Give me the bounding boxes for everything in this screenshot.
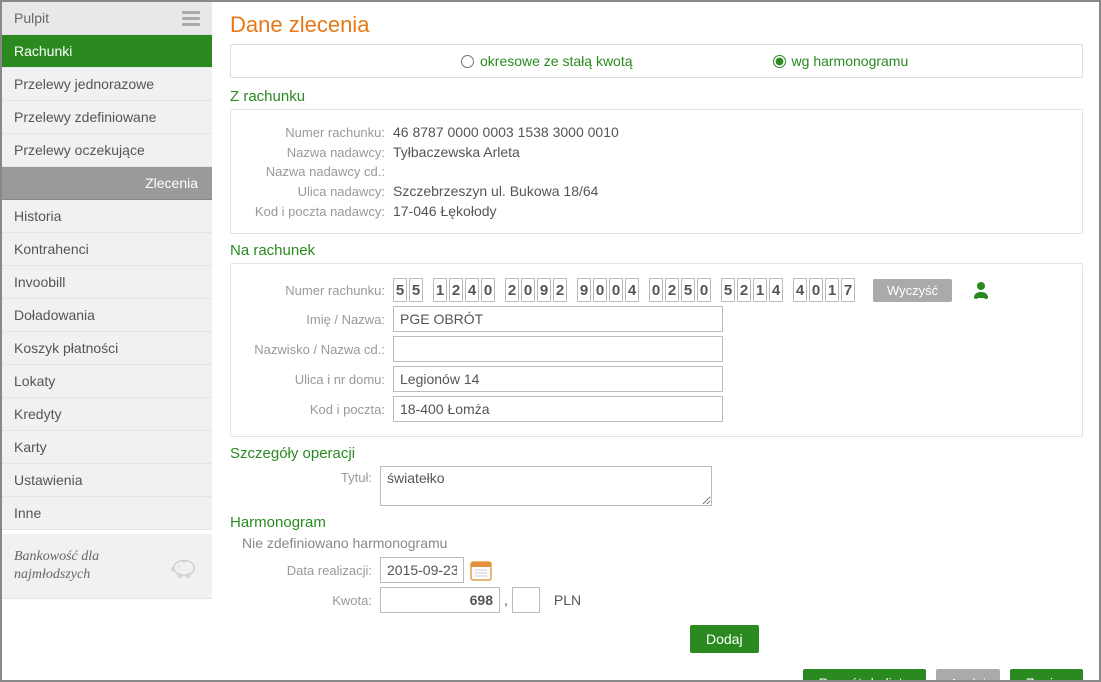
sidebar: Pulpit Rachunki Przelewy jednorazowe Prz… — [2, 2, 212, 680]
section-operation-title: Szczegóły operacji — [230, 445, 1083, 462]
main-content: Dane zlecenia okresowe ze stałą kwotą wg… — [212, 2, 1099, 680]
label-sender-name: Nazwa nadawcy: — [243, 145, 393, 160]
nav-karty[interactable]: Karty — [2, 431, 212, 464]
nav-lokaty[interactable]: Lokaty — [2, 365, 212, 398]
nav-invoobill[interactable]: Invoobill — [2, 266, 212, 299]
nav-kredyty[interactable]: Kredyty — [2, 398, 212, 431]
radio-fixed-amount[interactable]: okresowe ze stałą kwotą — [461, 53, 633, 69]
radio-schedule[interactable]: wg harmonogramu — [773, 53, 909, 69]
radio-schedule-input[interactable] — [773, 55, 786, 68]
radio-schedule-label: wg harmonogramu — [792, 53, 909, 69]
cancel-button[interactable]: Anuluj — [936, 669, 1000, 680]
input-title[interactable] — [380, 466, 712, 506]
nav-sub-zlecenia[interactable]: Zlecenia — [2, 167, 212, 200]
section-to-account: Numer rachunku: 551240209290040250521440… — [230, 263, 1083, 437]
input-recipient-postal[interactable] — [393, 396, 723, 422]
input-date[interactable] — [380, 557, 464, 583]
label-to-postal: Kod i poczta: — [243, 402, 393, 417]
nav-ustawienia[interactable]: Ustawienia — [2, 464, 212, 497]
schedule-note: Nie zdefiniowano harmonogramu — [242, 535, 1083, 551]
section-schedule-title: Harmonogram — [230, 514, 1083, 531]
calendar-icon[interactable] — [470, 559, 492, 581]
section-to-account-title: Na rachunek — [230, 242, 1083, 259]
nav-inne[interactable]: Inne — [2, 497, 212, 530]
promo-box[interactable]: Bankowość dla najmłodszych — [2, 534, 212, 599]
hamburger-icon[interactable] — [182, 11, 200, 26]
nav-koszyk-platnosci[interactable]: Koszyk płatności — [2, 332, 212, 365]
input-recipient-name2[interactable] — [393, 336, 723, 362]
label-to-number: Numer rachunku: — [243, 283, 393, 298]
value-sender-postal: 17-046 Łękołody — [393, 203, 497, 219]
footer-actions: Powrót do listy Anuluj Zapisz — [230, 669, 1083, 680]
save-button[interactable]: Zapisz — [1010, 669, 1083, 680]
nav-przelewy-jednorazowe[interactable]: Przelewy jednorazowe — [2, 68, 212, 101]
label-date: Data realizacji: — [230, 563, 380, 578]
clear-button[interactable]: Wyczyść — [873, 279, 952, 302]
add-button[interactable]: Dodaj — [690, 625, 759, 653]
value-sender-name: Tyłbaczewska Arleta — [393, 144, 520, 160]
label-title: Tytuł: — [230, 466, 380, 485]
promo-text: Bankowość dla najmłodszych — [14, 548, 99, 584]
nav-doladowania[interactable]: Doładowania — [2, 299, 212, 332]
nav-historia[interactable]: Historia — [2, 200, 212, 233]
label-account-number: Numer rachunku: — [243, 125, 393, 140]
sidebar-title[interactable]: Pulpit — [14, 10, 49, 26]
section-from-account-title: Z rachunku — [230, 88, 1083, 105]
input-amount-dec[interactable] — [512, 587, 540, 613]
sidebar-header: Pulpit — [2, 2, 212, 35]
value-sender-street: Szczebrzeszyn ul. Bukowa 18/64 — [393, 183, 598, 199]
input-amount[interactable] — [380, 587, 500, 613]
radio-fixed-input[interactable] — [461, 55, 474, 68]
account-number-input[interactable]: 55124020929004025052144017 — [393, 278, 855, 302]
back-to-list-button[interactable]: Powrót do listy — [803, 669, 926, 680]
label-sender-name2: Nazwa nadawcy cd.: — [243, 164, 393, 179]
label-to-street: Ulica i nr domu: — [243, 372, 393, 387]
label-sender-postal: Kod i poczta nadawcy: — [243, 204, 393, 219]
piggy-bank-icon — [170, 553, 200, 579]
section-from-account: Numer rachunku:46 8787 0000 0003 1538 30… — [230, 109, 1083, 234]
nav-rachunki[interactable]: Rachunki — [2, 35, 212, 68]
radio-fixed-label: okresowe ze stałą kwotą — [480, 53, 633, 69]
input-recipient-name[interactable] — [393, 306, 723, 332]
label-to-name: Imię / Nazwa: — [243, 312, 393, 327]
nav-przelewy-zdefiniowane[interactable]: Przelewy zdefiniowane — [2, 101, 212, 134]
label-amount: Kwota: — [230, 593, 380, 608]
amount-comma: , — [504, 592, 508, 608]
page-title: Dane zlecenia — [230, 12, 1083, 38]
nav-przelewy-oczekujace[interactable]: Przelewy oczekujące — [2, 134, 212, 167]
currency-label: PLN — [554, 592, 581, 608]
contact-picker-icon[interactable] — [970, 279, 992, 301]
input-recipient-street[interactable] — [393, 366, 723, 392]
value-account-number: 46 8787 0000 0003 1538 3000 0010 — [393, 124, 619, 140]
label-sender-street: Ulica nadawcy: — [243, 184, 393, 199]
order-type-radio-bar: okresowe ze stałą kwotą wg harmonogramu — [230, 44, 1083, 78]
label-to-name2: Nazwisko / Nazwa cd.: — [243, 342, 393, 357]
nav-kontrahenci[interactable]: Kontrahenci — [2, 233, 212, 266]
